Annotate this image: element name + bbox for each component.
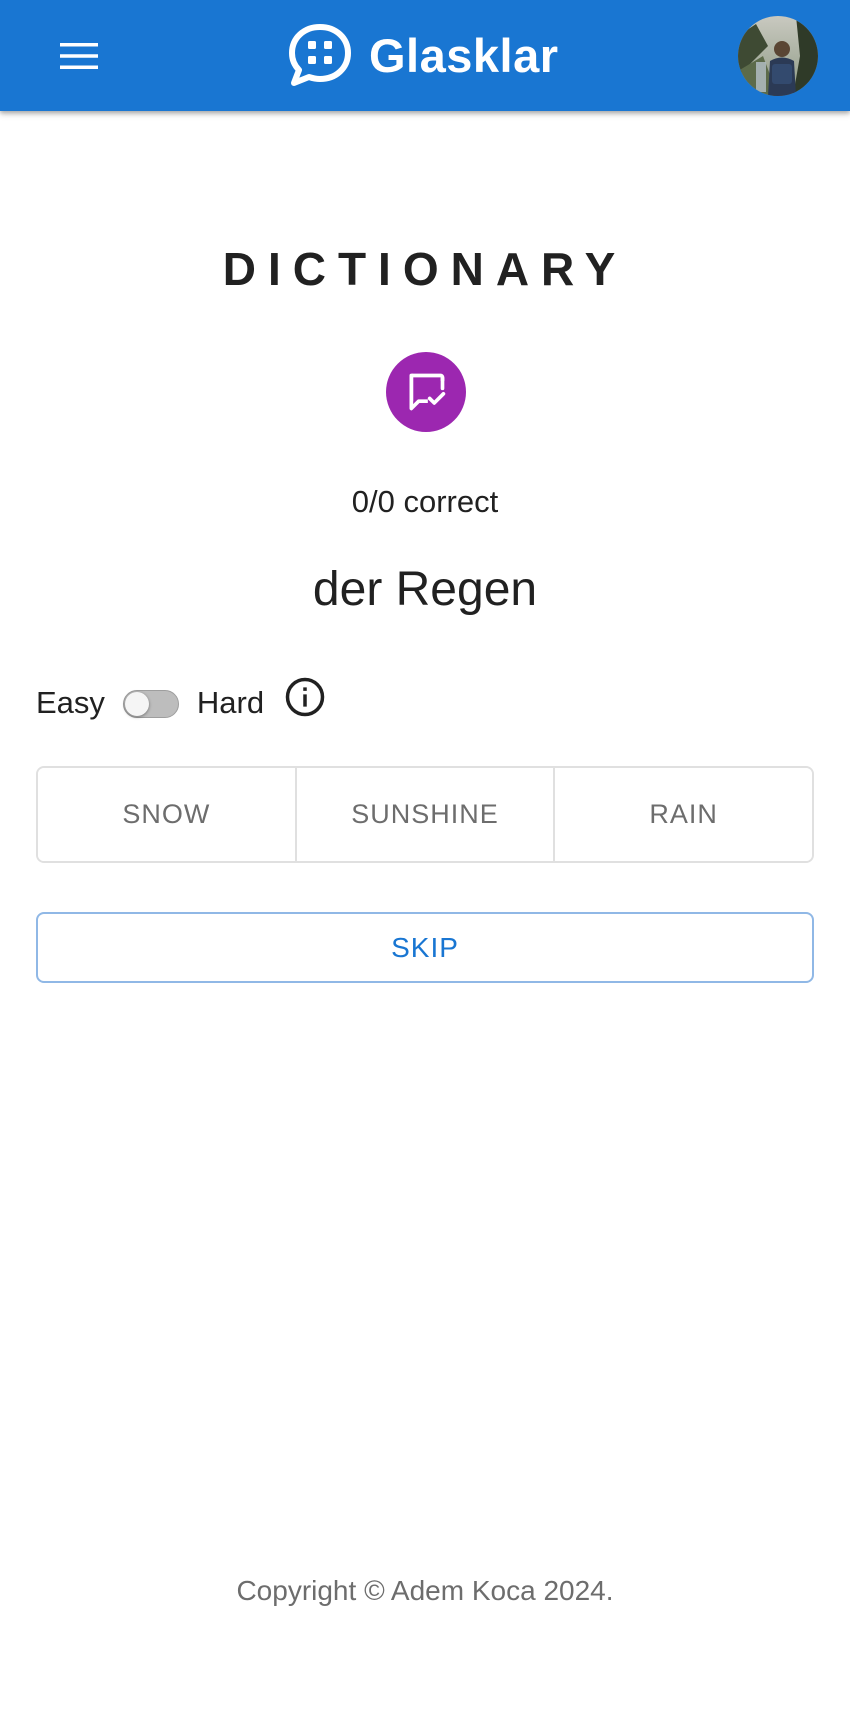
chat-bubble-logo-icon xyxy=(289,24,351,86)
difficulty-switch[interactable] xyxy=(121,684,181,722)
avatar-photo xyxy=(738,16,818,96)
quiz-badge xyxy=(386,352,466,432)
page-title: DICTIONARY xyxy=(222,243,628,295)
footer-copyright: Copyright © Adem Koca 2024. xyxy=(236,1575,614,1606)
info-button[interactable] xyxy=(284,676,326,718)
hard-label: Hard xyxy=(196,685,265,720)
answer-option-rain[interactable]: RAIN xyxy=(555,768,812,861)
switch-thumb xyxy=(124,692,149,716)
user-avatar[interactable] xyxy=(738,16,818,96)
skip-button[interactable]: SKIP xyxy=(36,912,814,983)
info-circle-icon xyxy=(285,677,325,717)
answer-option-sunshine[interactable]: SUNSHINE xyxy=(296,768,556,861)
easy-label: Easy xyxy=(36,685,105,720)
chat-check-icon xyxy=(409,373,446,411)
brand-name: Glasklar xyxy=(369,28,559,82)
answer-options-group: SNOW SUNSHINE RAIN xyxy=(36,766,814,863)
score-counter: 0/0 correct xyxy=(351,484,499,519)
brand-logo[interactable]: Glasklar xyxy=(287,22,559,88)
hamburger-menu-icon xyxy=(60,43,98,69)
app-bar: Glasklar xyxy=(0,0,850,111)
menu-button[interactable] xyxy=(50,33,108,79)
difficulty-toggle-row: Easy Hard xyxy=(36,675,326,731)
answer-option-snow[interactable]: SNOW xyxy=(38,768,297,861)
prompt-word: der Regen xyxy=(312,563,538,616)
